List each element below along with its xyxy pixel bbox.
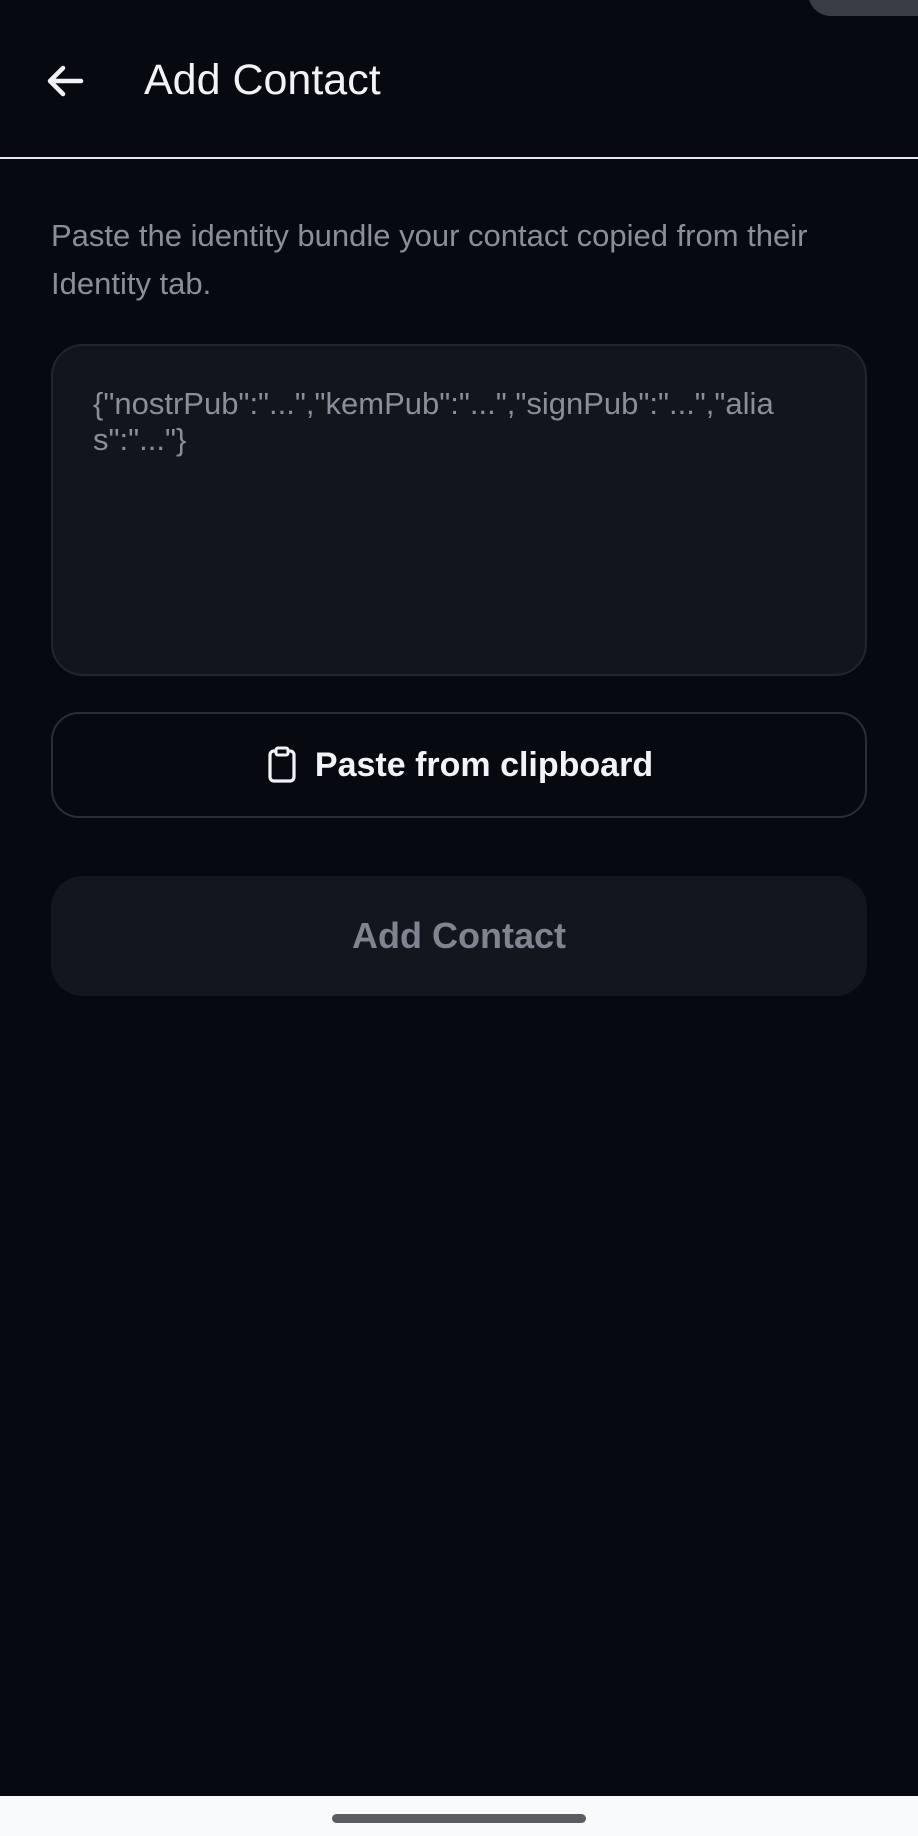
clipboard-icon	[265, 745, 299, 785]
back-button[interactable]	[36, 52, 94, 110]
paste-from-clipboard-button[interactable]: Paste from clipboard	[51, 712, 867, 818]
arrow-left-icon	[47, 65, 84, 97]
paste-button-label: Paste from clipboard	[314, 745, 654, 784]
app-bar: Add Contact	[0, 0, 918, 157]
page-title: Add Contact	[144, 56, 381, 104]
home-gesture-handle[interactable]	[332, 1814, 586, 1823]
add-contact-button-label: Add Contact	[352, 915, 566, 956]
add-contact-button[interactable]: Add Contact	[51, 876, 867, 996]
system-nav-bar	[0, 1796, 918, 1836]
instructions-text: Paste the identity bundle your contact c…	[51, 218, 808, 301]
identity-bundle-input[interactable]	[51, 344, 867, 676]
add-contact-screen: Add Contact Paste the identity bundle yo…	[0, 0, 918, 1836]
app-bar-divider	[0, 157, 918, 159]
